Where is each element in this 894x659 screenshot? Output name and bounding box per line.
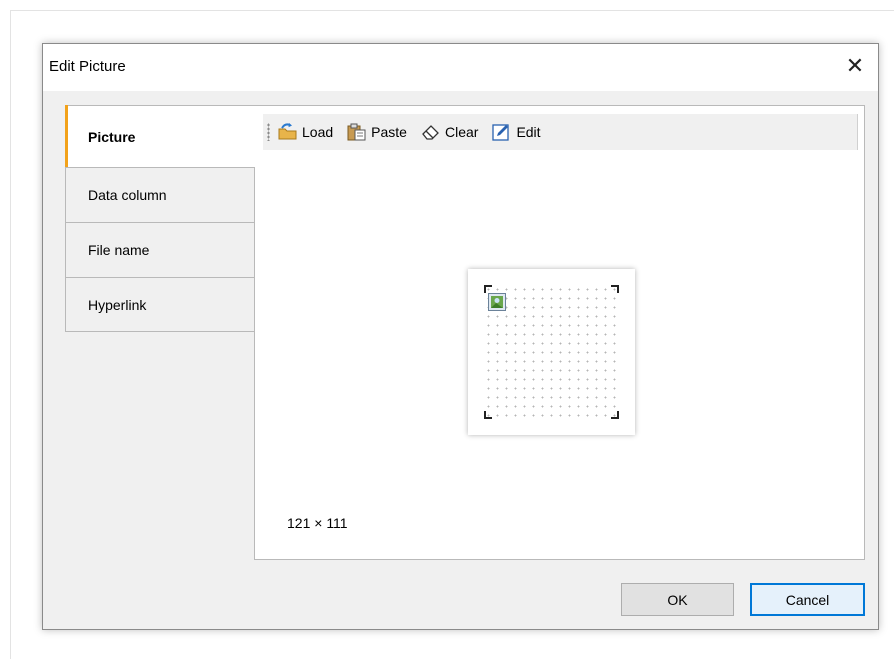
- tab-hyperlink[interactable]: Hyperlink: [65, 277, 255, 332]
- paste-button[interactable]: Paste: [347, 123, 407, 141]
- close-icon: ✕: [845, 53, 865, 78]
- image-placeholder-icon: [488, 293, 506, 311]
- title-bar: Edit Picture ✕: [43, 44, 878, 91]
- picture-toolbar: Load Paste Clear Edit: [263, 114, 858, 150]
- picture-panel: Load Paste Clear Edit 121 × 111: [254, 105, 865, 560]
- picture-dimensions: 121 × 111: [287, 515, 348, 531]
- close-button[interactable]: ✕: [832, 44, 878, 88]
- clear-label: Clear: [444, 124, 479, 140]
- edit-label: Edit: [516, 124, 541, 140]
- paste-label: Paste: [371, 124, 407, 140]
- edit-picture-dialog: Edit Picture ✕ Picture Data column File …: [42, 43, 879, 630]
- paste-icon: [347, 123, 366, 141]
- cancel-button[interactable]: Cancel: [750, 583, 865, 616]
- clear-button[interactable]: Clear: [421, 123, 478, 141]
- tab-label: Hyperlink: [88, 296, 147, 313]
- corner-mark: [484, 411, 492, 419]
- tab-list: Picture Data column File name Hyperlink: [65, 105, 256, 332]
- tab-data-column[interactable]: Data column: [65, 167, 255, 222]
- load-button[interactable]: Load: [278, 123, 333, 141]
- tab-picture[interactable]: Picture: [65, 105, 256, 167]
- toolbar-grip[interactable]: [267, 123, 270, 141]
- tab-file-name[interactable]: File name: [65, 222, 255, 277]
- dialog-title: Edit Picture: [49, 58, 126, 75]
- corner-mark: [611, 411, 619, 419]
- corner-mark: [484, 285, 492, 293]
- ok-label: OK: [667, 591, 688, 608]
- tab-label: Data column: [88, 187, 167, 203]
- edit-pencil-icon: [492, 124, 510, 141]
- corner-mark: [611, 285, 619, 293]
- tab-label: Picture: [88, 128, 136, 145]
- picture-preview[interactable]: [468, 269, 635, 435]
- eraser-icon: [422, 125, 439, 140]
- load-folder-icon: [278, 123, 297, 140]
- cancel-label: Cancel: [785, 591, 830, 608]
- edit-button[interactable]: Edit: [492, 123, 541, 141]
- load-label: Load: [302, 124, 334, 140]
- tab-label: File name: [88, 242, 150, 258]
- ok-button[interactable]: OK: [621, 583, 734, 616]
